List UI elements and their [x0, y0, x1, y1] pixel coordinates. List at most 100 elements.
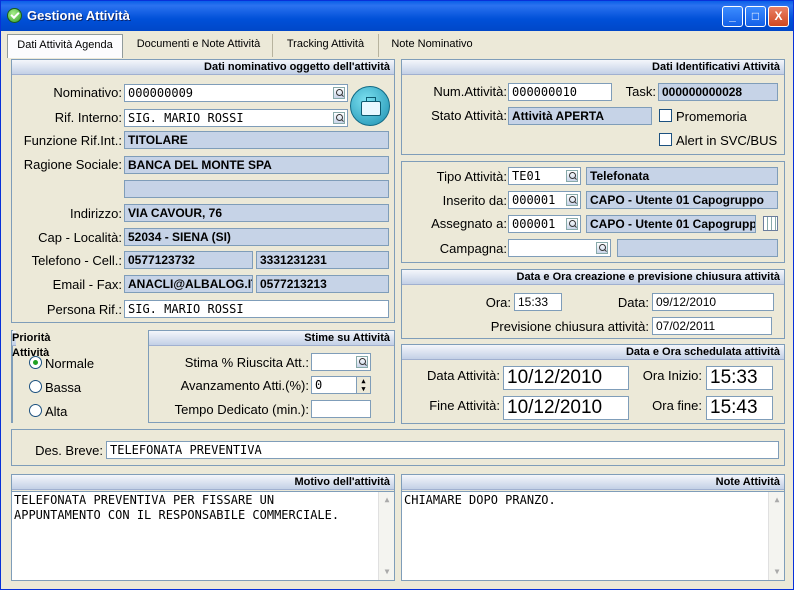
title-bar[interactable]: Gestione Attività _ □ X [1, 1, 793, 31]
data-label: Data: [617, 295, 649, 310]
funzione-field: TITOLARE [124, 131, 389, 149]
ragione-field: BANCA DEL MONTE SPA [124, 156, 389, 174]
fine-attivita-field[interactable]: 10/12/2010 [503, 396, 629, 420]
tab-tracking[interactable]: Tracking Attività [273, 34, 379, 57]
campagna-code-field[interactable] [508, 239, 611, 257]
spin-buttons[interactable]: ▲ ▼ [356, 377, 370, 393]
search-icon[interactable] [566, 170, 578, 182]
radio-alta[interactable] [29, 404, 42, 417]
inserito-code-value: 000001 [512, 193, 556, 207]
priorita-panel: Priorità Attività [11, 330, 51, 423]
calendar-icon[interactable] [763, 216, 778, 231]
funzione-label: Funzione Rif.Int.: [23, 133, 122, 148]
search-icon[interactable] [596, 242, 608, 254]
previsione-label: Previsione chiusura attività: [490, 319, 649, 334]
scroll-up-icon[interactable]: ▲ [380, 493, 394, 507]
maximize-button[interactable]: □ [745, 6, 766, 27]
ora-inizio-label: Ora Inizio: [642, 368, 702, 383]
campagna-desc-field [617, 239, 778, 257]
task-field: 000000000028 [658, 83, 778, 101]
app-check-icon [7, 8, 22, 23]
avanzamento-label: Avanzamento Atti.(%): [180, 378, 309, 393]
search-icon[interactable] [333, 87, 345, 99]
inserito-desc-field: CAPO - Utente 01 Capogruppo [586, 191, 778, 209]
ragione-field-2 [124, 180, 389, 198]
scroll-up-icon[interactable]: ▲ [770, 493, 784, 507]
motivo-scrollbar[interactable]: ▲ ▼ [378, 492, 394, 580]
telefono-label: Telefono - Cell.: [31, 253, 122, 268]
nominativo-value: 000000009 [128, 86, 194, 100]
ora-fine-label: Ora fine: [652, 398, 702, 413]
task-label: Task: [625, 84, 656, 99]
briefcase-icon[interactable] [350, 86, 390, 126]
scroll-down-icon[interactable]: ▼ [380, 565, 394, 579]
ora-label: Ora: [485, 295, 511, 310]
search-icon[interactable] [333, 112, 345, 124]
note-textarea[interactable]: CHIAMARE DOPO PRANZO. ▲ ▼ [401, 491, 785, 581]
tab-dati-attivita[interactable]: Dati Attività Agenda [7, 34, 123, 58]
tempo-label: Tempo Dedicato (min.): [174, 402, 309, 417]
note-scrollbar[interactable]: ▲ ▼ [768, 492, 784, 580]
search-icon[interactable] [566, 218, 578, 230]
indirizzo-label: Indirizzo: [69, 206, 122, 221]
assegnato-code-value: 000001 [512, 217, 556, 231]
promemoria-label: Promemoria [676, 109, 747, 124]
tab-note-nominativo[interactable]: Note Nominativo [379, 34, 485, 57]
motivo-text: TELEFONATA PREVENTIVA PER FISSARE UN APP… [14, 493, 340, 522]
persona-label: Persona Rif.: [46, 302, 122, 317]
spin-up-icon[interactable]: ▲ [357, 377, 370, 385]
note-text: CHIAMARE DOPO PRANZO. [404, 493, 556, 507]
alta-label: Alta [45, 404, 68, 419]
ora-fine-field[interactable]: 15:43 [706, 396, 773, 420]
motivo-textarea[interactable]: TELEFONATA PREVENTIVA PER FISSARE UN APP… [11, 491, 395, 581]
promemoria-checkbox[interactable] [659, 109, 672, 122]
alert-checkbox[interactable] [659, 133, 672, 146]
tab-documenti[interactable]: Documenti e Note Attività [125, 34, 273, 57]
radio-normale[interactable] [29, 356, 42, 369]
inserito-code-field[interactable]: 000001 [508, 191, 581, 209]
avanzamento-value: 0 [315, 378, 323, 392]
assegnato-code-field[interactable]: 000001 [508, 215, 581, 233]
data-attivita-field[interactable]: 10/12/2010 [503, 366, 629, 390]
rif-interno-value: SIG. MARIO ROSSI [128, 111, 244, 125]
ora-inizio-field[interactable]: 15:33 [706, 366, 773, 390]
bassa-label: Bassa [45, 380, 82, 395]
ragione-label: Ragione Sociale: [23, 157, 122, 172]
search-icon[interactable] [356, 356, 368, 368]
tempo-field[interactable] [311, 400, 371, 418]
scroll-down-icon[interactable]: ▼ [770, 565, 784, 579]
minimize-button[interactable]: _ [722, 6, 743, 27]
riuscita-field[interactable] [311, 353, 371, 371]
assegnato-desc-field: CAPO - Utente 01 Capogruppo [586, 215, 756, 233]
stime-panel-header: Stime su Attività [149, 331, 394, 346]
avanzamento-stepper[interactable]: 0 ▲ ▼ [311, 376, 371, 394]
num-attivita-field[interactable]: 000000010 [508, 83, 612, 101]
ora-field[interactable]: 15:33 [514, 293, 562, 311]
tipo-code-value: TE01 [512, 169, 541, 183]
stato-field: Attività APERTA [508, 107, 652, 125]
nominativo-field[interactable]: 000000009 [124, 84, 348, 102]
schedulata-panel-header: Data e Ora schedulata attività [402, 345, 784, 360]
tipo-label: Tipo Attività: [436, 169, 507, 184]
data-field[interactable]: 09/12/2010 [652, 293, 774, 311]
persona-field[interactable]: SIG. MARIO ROSSI [124, 300, 389, 318]
data-attivita-label: Data Attività: [427, 368, 500, 383]
des-breve-field[interactable]: TELEFONATA PREVENTIVA [106, 441, 779, 459]
des-breve-label: Des. Breve: [35, 443, 103, 458]
close-button[interactable]: X [768, 6, 789, 27]
riuscita-label: Stima % Riuscita Att.: [184, 355, 309, 370]
tipo-code-field[interactable]: TE01 [508, 167, 581, 185]
email-field: ANACLI@ALBALOG.IT [124, 275, 253, 293]
spin-down-icon[interactable]: ▼ [357, 385, 370, 393]
search-icon[interactable] [566, 194, 578, 206]
inserito-label: Inserito da: [442, 193, 507, 208]
stato-label: Stato Attività: [431, 108, 507, 123]
previsione-field[interactable]: 07/02/2011 [652, 317, 772, 335]
email-label: Email - Fax: [52, 277, 122, 292]
nominativo-panel-header: Dati nominativo oggetto dell'attività [12, 60, 394, 75]
nominativo-label: Nominativo: [53, 85, 122, 100]
radio-bassa[interactable] [29, 380, 42, 393]
assegnato-label: Assegnato a: [431, 216, 507, 231]
cell-field: 3331231231 [256, 251, 389, 269]
rif-interno-field[interactable]: SIG. MARIO ROSSI [124, 109, 348, 127]
